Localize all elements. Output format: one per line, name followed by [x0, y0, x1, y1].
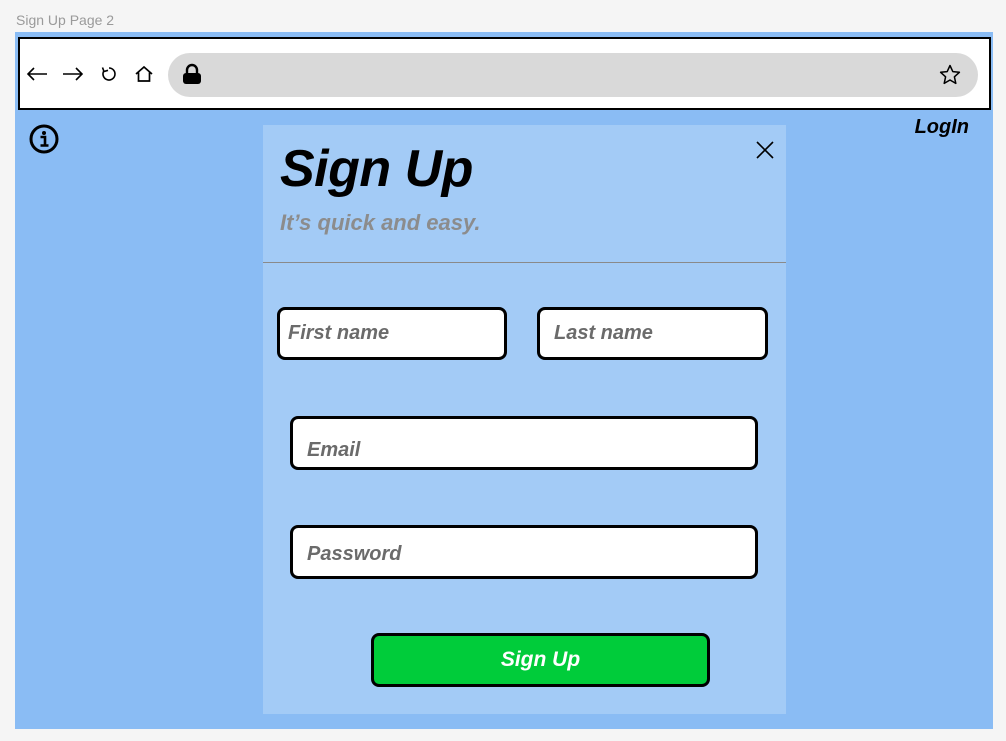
login-link[interactable]: LogIn: [915, 116, 969, 139]
browser-toolbar: [18, 37, 991, 110]
star-icon[interactable]: [938, 63, 962, 87]
password-field[interactable]: [290, 525, 758, 579]
browser-frame: LogIn Sign Up It’s quick and easy. Sign …: [15, 32, 993, 729]
info-icon[interactable]: [28, 123, 60, 155]
address-bar[interactable]: [168, 53, 978, 97]
first-name-field[interactable]: [277, 307, 507, 360]
modal-subtitle: It’s quick and easy.: [280, 210, 481, 235]
reload-icon[interactable]: [96, 61, 122, 87]
back-arrow-icon[interactable]: [24, 61, 50, 87]
modal-title: Sign Up: [280, 140, 473, 198]
home-icon[interactable]: [131, 61, 157, 87]
modal-divider: [263, 262, 786, 263]
email-field[interactable]: [290, 416, 758, 470]
lock-icon: [182, 63, 202, 85]
signup-modal: Sign Up It’s quick and easy. Sign Up: [263, 125, 786, 714]
last-name-field[interactable]: [537, 307, 768, 360]
frame-label: Sign Up Page 2: [16, 12, 115, 28]
sign-up-button[interactable]: Sign Up: [371, 633, 710, 687]
close-icon[interactable]: [754, 139, 776, 161]
forward-arrow-icon[interactable]: [60, 61, 86, 87]
